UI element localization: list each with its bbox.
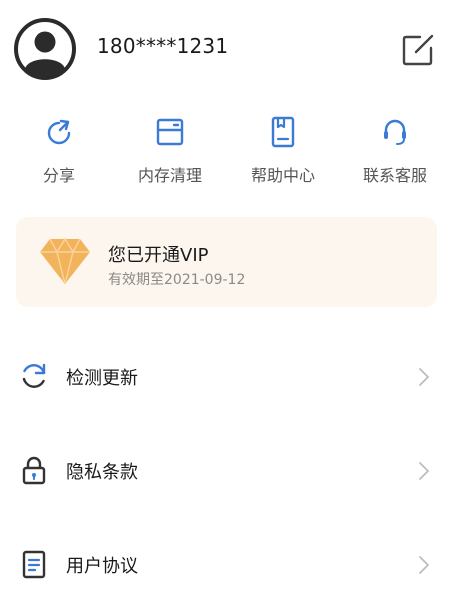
quick-action-customer-service[interactable]: 联系客服 — [340, 114, 450, 194]
quick-action-help-center[interactable]: 帮助中心 — [228, 114, 338, 194]
chevron-right-icon — [419, 368, 429, 386]
help-center-icon — [271, 116, 295, 148]
quick-action-share[interactable]: 分享 — [4, 114, 114, 194]
menu-item-check-update[interactable]: 检测更新 — [0, 338, 451, 418]
profile-header: 180****1231 — [0, 0, 451, 100]
phone-number[interactable]: 180****1231 — [97, 34, 228, 58]
quick-action-label: 联系客服 — [362, 166, 427, 185]
vip-card[interactable]: 您已开通VIP 有效期至2021-09-12 — [16, 217, 437, 307]
diamond-icon — [40, 237, 90, 285]
quick-action-label: 分享 — [42, 166, 75, 185]
quick-action-label: 帮助中心 — [250, 166, 315, 185]
share-icon — [47, 119, 71, 145]
menu-item-label: 用户协议 — [66, 556, 138, 577]
quick-action-memory-clean[interactable]: 内存清理 — [115, 114, 225, 194]
chevron-right-icon — [419, 556, 429, 574]
menu-item-privacy[interactable]: 隐私条款 — [0, 432, 451, 512]
refresh-icon — [22, 363, 46, 388]
menu-item-label: 检测更新 — [66, 368, 138, 389]
edit-icon[interactable] — [398, 31, 438, 69]
vip-expire-date: 有效期至2021-09-12 — [108, 272, 246, 288]
memory-clean-icon — [156, 118, 184, 146]
user-avatar-icon[interactable] — [13, 17, 77, 81]
vip-status-title: 您已开通VIP — [108, 245, 209, 266]
lock-icon — [22, 456, 46, 485]
quick-action-label: 内存清理 — [137, 166, 202, 185]
chevron-right-icon — [419, 462, 429, 480]
menu-item-label: 隐私条款 — [66, 462, 138, 483]
document-icon — [22, 550, 46, 579]
menu-item-user-agreement[interactable]: 用户协议 — [0, 526, 451, 606]
quick-actions: 分享 内存清理 帮助中心 联系客服 — [0, 114, 451, 194]
customer-service-icon — [384, 119, 406, 145]
